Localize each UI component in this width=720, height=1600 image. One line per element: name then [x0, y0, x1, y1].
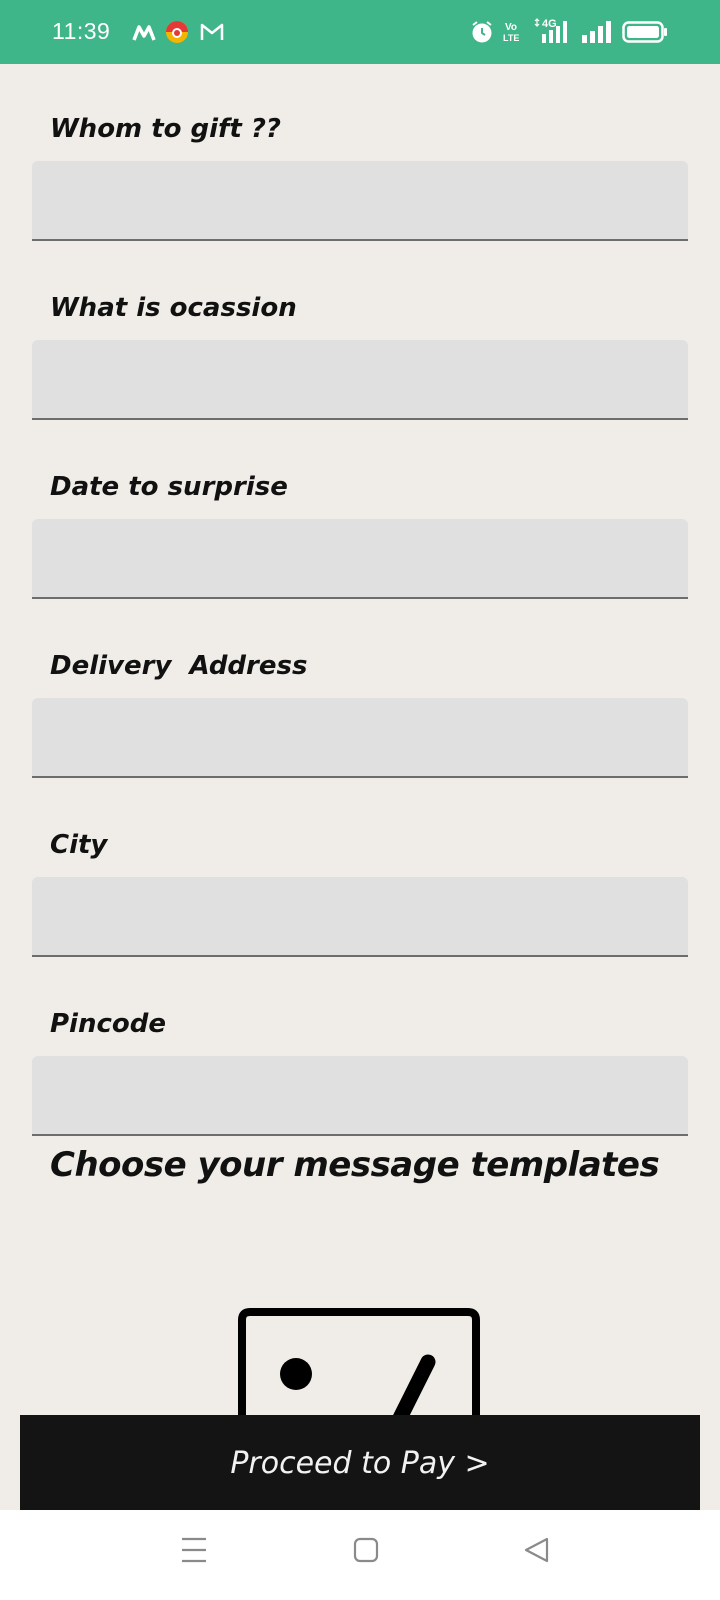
date-to-surprise-input[interactable]	[32, 519, 688, 599]
field-label-city: City	[50, 830, 108, 860]
city-input[interactable]	[32, 877, 688, 957]
m-app-icon	[132, 25, 156, 41]
home-square-icon[interactable]	[352, 1536, 380, 1564]
signal-4g-icon: 4G	[534, 18, 567, 43]
occasion-input[interactable]	[32, 340, 688, 420]
status-bar: 11:39 Vo LTE 4G	[0, 0, 720, 64]
whom-to-gift-input[interactable]	[32, 161, 688, 241]
templates-title: Choose your message templates	[50, 1145, 660, 1185]
status-time: 11:39	[52, 18, 111, 44]
field-label-whom: Whom to gift ??	[50, 114, 282, 144]
battery-icon	[622, 21, 667, 43]
pincode-input[interactable]	[32, 1056, 688, 1136]
gmail-icon	[200, 23, 224, 40]
back-triangle-icon[interactable]	[522, 1536, 550, 1564]
field-label-address: Delivery Address	[50, 651, 308, 681]
delivery-address-input[interactable]	[32, 698, 688, 778]
svg-text:LTE: LTE	[503, 33, 519, 43]
menu-icon[interactable]	[180, 1536, 208, 1564]
svg-text:4G: 4G	[542, 18, 557, 30]
signal-icon	[582, 21, 611, 43]
colorful-app-icon	[166, 21, 188, 43]
field-label-pincode: Pincode	[50, 1009, 166, 1039]
proceed-to-pay-button[interactable]: Proceed to Pay >	[20, 1415, 700, 1511]
svg-text:Vo: Vo	[505, 22, 517, 33]
field-label-date: Date to surprise	[50, 472, 288, 502]
alarm-icon	[472, 21, 492, 43]
system-nav-bar	[0, 1510, 720, 1600]
image-placeholder-icon[interactable]	[238, 1308, 480, 1428]
field-label-occasion: What is ocassion	[50, 293, 297, 323]
volte-icon: Vo LTE	[503, 22, 519, 43]
